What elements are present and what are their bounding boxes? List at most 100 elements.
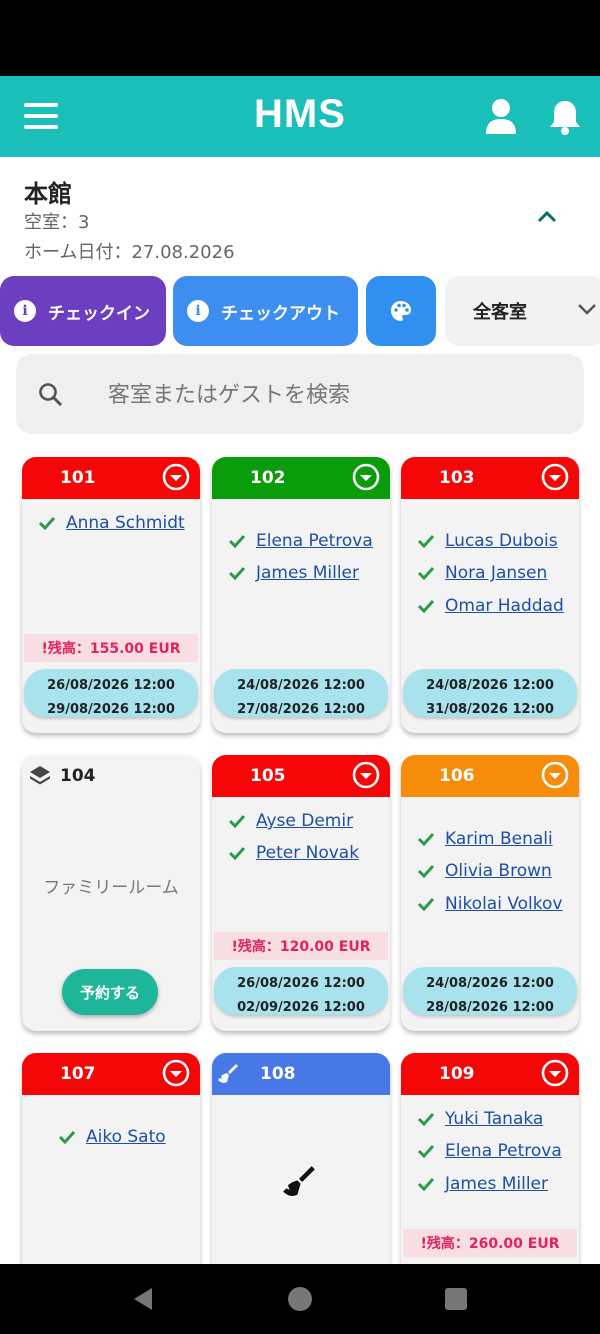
- guest-link[interactable]: Karim Benali: [445, 829, 553, 849]
- guest-item: James Miller: [228, 563, 359, 583]
- room-card-101[interactable]: 101 Anna Schmidt !残高：155.00 EUR 26/08/20…: [22, 457, 200, 733]
- hotel-name: 本館: [24, 180, 72, 208]
- check-icon: [417, 897, 435, 911]
- chevron-up-icon[interactable]: [536, 206, 558, 226]
- checkout-date: 29/08/2026 12:00: [47, 702, 175, 717]
- dropdown-circle-icon[interactable]: [541, 1059, 569, 1087]
- room-card-109[interactable]: 109 Yuki Tanaka Elena Petrova James Mill…: [401, 1053, 579, 1283]
- palette-icon: [391, 301, 411, 321]
- back-icon[interactable]: [130, 1286, 156, 1312]
- room-number: 104: [60, 766, 96, 786]
- room-header: 106: [401, 755, 579, 797]
- info-icon: i: [187, 300, 209, 322]
- book-button[interactable]: 予約する: [62, 969, 158, 1015]
- guest-item: Anna Schmidt: [38, 513, 185, 533]
- search-bar: [16, 354, 584, 434]
- stay-dates: 26/08/2026 12:00 29/08/2026 12:00: [24, 669, 198, 717]
- search-icon: [39, 383, 63, 407]
- room-header: 101: [22, 457, 200, 499]
- guest-link[interactable]: Nora Jansen: [445, 563, 547, 583]
- checkin-date: 24/08/2026 12:00: [426, 976, 554, 991]
- dropdown-circle-icon[interactable]: [162, 1059, 190, 1087]
- room-card-108[interactable]: 108: [212, 1053, 390, 1283]
- room-card-105[interactable]: 105 Ayse Demir Peter Novak !残高：120.00 EU…: [212, 755, 390, 1031]
- guest-item: Yuki Tanaka: [417, 1109, 543, 1129]
- guest-link[interactable]: Olivia Brown: [445, 861, 552, 881]
- check-icon: [228, 846, 246, 860]
- checkin-filter-button[interactable]: i チェックイン: [0, 276, 166, 346]
- room-number: 107: [60, 1064, 96, 1084]
- guest-item: Nora Jansen: [417, 563, 547, 583]
- checkout-date: 31/08/2026 12:00: [426, 702, 554, 717]
- dropdown-circle-icon[interactable]: [541, 463, 569, 491]
- room-card-104[interactable]: 104 ファミリールーム 予約する: [22, 755, 200, 1031]
- home-date: ホーム日付：27.08.2026: [24, 242, 235, 263]
- broom-icon: [283, 1166, 315, 1196]
- recent-apps-icon[interactable]: [445, 1288, 467, 1310]
- room-header: 102: [212, 457, 390, 499]
- palette-button[interactable]: [366, 276, 436, 346]
- room-card-103[interactable]: 103 Lucas Dubois Nora Jansen Omar Haddad…: [401, 457, 579, 733]
- check-icon: [417, 1144, 435, 1158]
- room-header: 107: [22, 1053, 200, 1095]
- check-icon: [228, 814, 246, 828]
- bell-icon[interactable]: [548, 98, 582, 136]
- check-icon: [417, 832, 435, 846]
- guest-link[interactable]: Elena Petrova: [256, 531, 373, 551]
- dropdown-circle-icon[interactable]: [352, 463, 380, 491]
- checkout-date: 27/08/2026 12:00: [237, 702, 365, 717]
- guest-link[interactable]: James Miller: [256, 563, 359, 583]
- check-icon: [417, 566, 435, 580]
- room-number: 108: [260, 1064, 296, 1084]
- room-number: 106: [439, 766, 475, 786]
- room-filter-select[interactable]: 全客室: [445, 276, 600, 346]
- room-card-107[interactable]: 107 Aiko Sato: [22, 1053, 200, 1283]
- stay-dates: 24/08/2026 12:00 31/08/2026 12:00: [403, 669, 577, 717]
- guest-item: Karim Benali: [417, 829, 553, 849]
- dropdown-circle-icon[interactable]: [162, 463, 190, 491]
- guest-link[interactable]: Omar Haddad: [445, 596, 564, 616]
- check-icon: [417, 534, 435, 548]
- dropdown-circle-icon[interactable]: [541, 761, 569, 789]
- guest-link[interactable]: James Miller: [445, 1174, 548, 1194]
- balance-badge: !残高：120.00 EUR: [214, 932, 388, 960]
- guest-link[interactable]: Ayse Demir: [256, 811, 353, 831]
- room-header: 104: [22, 755, 200, 797]
- guest-link[interactable]: Yuki Tanaka: [445, 1109, 543, 1129]
- app-logo: HMS: [254, 92, 346, 136]
- guest-item: James Miller: [417, 1174, 548, 1194]
- room-header: 109: [401, 1053, 579, 1095]
- balance-badge: !残高：260.00 EUR: [403, 1229, 577, 1257]
- guest-item: Omar Haddad: [417, 596, 564, 616]
- checkin-date: 26/08/2026 12:00: [47, 678, 175, 693]
- checkout-label: チェックアウト: [221, 303, 340, 324]
- room-header: 105: [212, 755, 390, 797]
- guest-item: Olivia Brown: [417, 861, 552, 881]
- checkout-filter-button[interactable]: i チェックアウト: [173, 276, 358, 346]
- home-icon[interactable]: [288, 1287, 312, 1311]
- guest-link[interactable]: Peter Novak: [256, 843, 359, 863]
- guest-link[interactable]: Aiko Sato: [86, 1127, 166, 1147]
- vacant-count: 空室：3: [24, 212, 90, 233]
- check-icon: [228, 566, 246, 580]
- checkin-date: 24/08/2026 12:00: [237, 678, 365, 693]
- search-input[interactable]: [108, 378, 548, 412]
- room-card-102[interactable]: 102 Elena Petrova James Miller 24/08/202…: [212, 457, 390, 733]
- dropdown-circle-icon[interactable]: [352, 761, 380, 789]
- guest-link[interactable]: Elena Petrova: [445, 1141, 562, 1161]
- stay-dates: 26/08/2026 12:00 02/09/2026 12:00: [214, 967, 388, 1015]
- chevron-down-icon: [578, 304, 596, 315]
- check-icon: [228, 534, 246, 548]
- broom-icon: [218, 1064, 238, 1083]
- room-card-106[interactable]: 106 Karim Benali Olivia Brown Nikolai Vo…: [401, 755, 579, 1031]
- balance-badge: !残高：155.00 EUR: [24, 634, 198, 662]
- guest-link[interactable]: Anna Schmidt: [66, 513, 185, 533]
- checkin-date: 24/08/2026 12:00: [426, 678, 554, 693]
- room-number: 109: [439, 1064, 475, 1084]
- menu-icon[interactable]: [24, 101, 60, 131]
- check-icon: [417, 1112, 435, 1126]
- user-icon[interactable]: [484, 98, 518, 134]
- guest-link[interactable]: Nikolai Volkov: [445, 894, 562, 914]
- room-number: 101: [60, 468, 96, 488]
- guest-link[interactable]: Lucas Dubois: [445, 531, 558, 551]
